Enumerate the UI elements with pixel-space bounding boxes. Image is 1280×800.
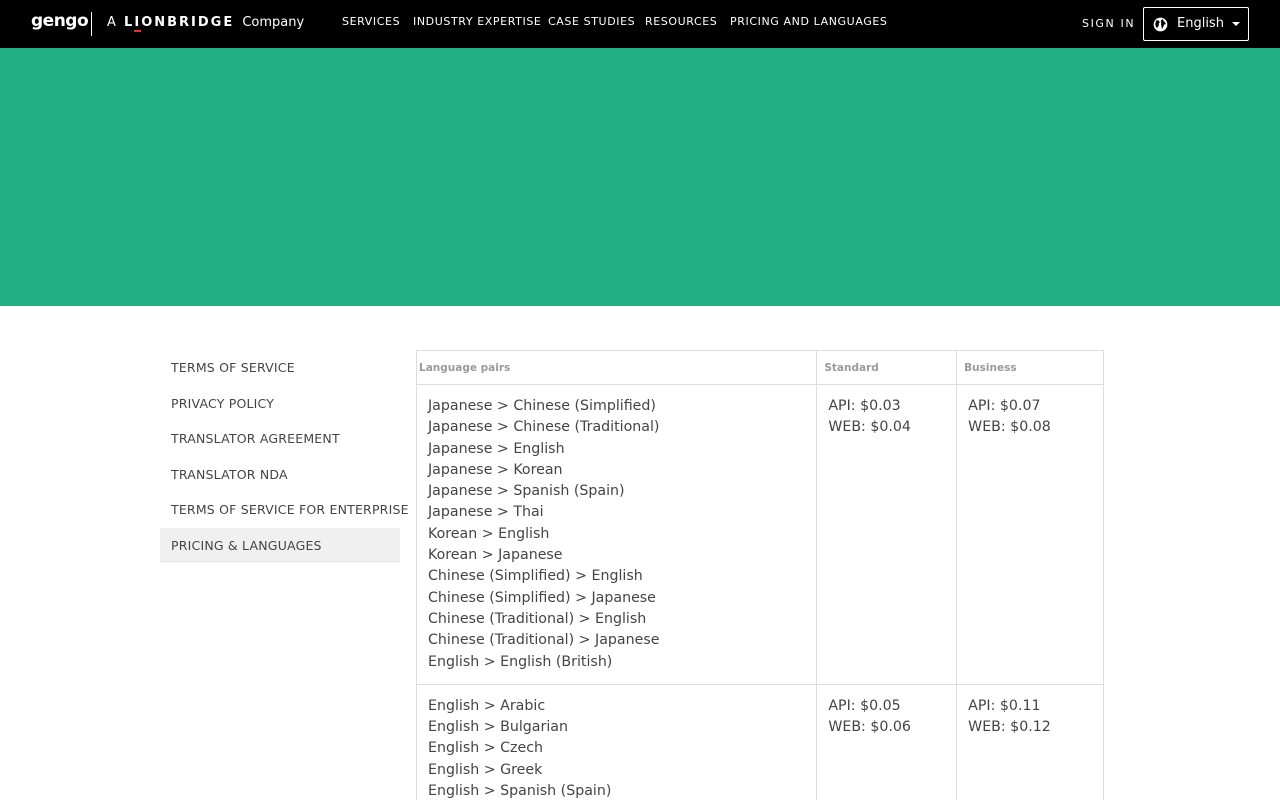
language-pair: Chinese (Simplified) > English (428, 568, 643, 585)
logo-divider (91, 12, 92, 36)
language-pair: English > Bulgarian (428, 719, 568, 736)
nav-services[interactable]: SERVICES (342, 15, 400, 28)
pricing-table-body: Japanese > Chinese (Simplified) Japanese … (415, 384, 1104, 800)
nav-pricing-and-languages[interactable]: PRICING AND LANGUAGES (730, 15, 888, 28)
language-pair: Japanese > Chinese (Simplified) (428, 398, 656, 414)
language-pair: Chinese (Simplified) > Japanese (428, 589, 656, 606)
language-pair: Japanese > Chinese (Traditional) (428, 419, 660, 436)
tagline-prefix: A (107, 15, 116, 30)
lionbridge-brand-text: LIONBRIDGE (124, 15, 235, 32)
price-line: API: $0.07 (968, 398, 1041, 414)
price-line: WEB: $0.04 (828, 419, 911, 436)
business-price-cell: API: $0.11 WEB: $0.12 (956, 683, 1104, 800)
language-pair: Japanese > Korean (428, 461, 563, 478)
sidebar-item-terms-enterprise[interactable]: TERMS OF SERVICE FOR ENTERPRISE (160, 492, 408, 528)
header-language-pairs: Language pairs (415, 350, 818, 385)
language-pair: Japanese > Spanish (Spain) (428, 483, 625, 500)
caret-down-icon (1232, 22, 1240, 26)
sidebar-item-pricing-languages[interactable]: PRICING & LANGUAGES (160, 527, 400, 563)
table-row: English > Arabic English > Bulgarian Engli… (415, 683, 1104, 800)
brand-accent-letter: I (134, 15, 142, 32)
nav-industry-expertise[interactable]: INDUSTRY EXPERTISE (413, 15, 541, 28)
language-pair: English > Greek (428, 761, 543, 778)
language-pair: English > Spanish (Spain) (428, 783, 612, 800)
price-line: API: $0.05 (828, 697, 901, 714)
table-header-row: Language pairs Standard Business (415, 350, 1104, 385)
language-pair: English > Arabic (428, 697, 546, 714)
language-pair: English > Czech (428, 740, 544, 757)
standard-price-cell: API: $0.03 WEB: $0.04 (816, 384, 958, 685)
language-pairs-cell: Japanese > Chinese (Simplified) Japanese … (415, 384, 818, 685)
price-line: API: $0.03 (828, 398, 901, 414)
language-selector[interactable]: English (1143, 7, 1249, 41)
standard-price-cell: API: $0.05 WEB: $0.06 (816, 683, 958, 800)
language-label: English (1177, 16, 1224, 31)
gengo-logo[interactable]: gengo (31, 11, 89, 31)
header-business: Business (956, 350, 1104, 385)
language-pair: Korean > English (428, 525, 550, 542)
language-pair: Japanese > Thai (428, 504, 544, 521)
language-pair: Japanese > English (428, 440, 565, 457)
language-pair: English > English (British) (428, 653, 613, 670)
price-line: API: $0.11 (968, 697, 1041, 714)
price-line: WEB: $0.12 (968, 719, 1051, 736)
hero-banner (0, 48, 1280, 306)
legal-sidebar: TERMS OF SERVICE PRIVACY POLICY TRANSLAT… (160, 350, 408, 563)
top-navigation-bar: gengo A LIONBRIDGE Company SERVICES INDU… (0, 0, 1280, 48)
language-pair: Korean > Japanese (428, 547, 563, 564)
header-standard: Standard (816, 350, 958, 385)
business-price-cell: API: $0.07 WEB: $0.08 (956, 384, 1104, 685)
language-pair: Chinese (Traditional) > Japanese (428, 632, 660, 649)
pricing-table: Language pairs Standard Business Japanes… (415, 350, 1104, 800)
language-pair: Chinese (Traditional) > English (428, 610, 647, 627)
language-pairs-cell: English > Arabic English > Bulgarian Engli… (415, 683, 818, 800)
tagline-suffix: Company (242, 15, 305, 30)
sidebar-item-privacy-policy[interactable]: PRIVACY POLICY (160, 386, 400, 422)
table-row: Japanese > Chinese (Simplified) Japanese … (415, 384, 1104, 685)
sidebar-item-terms-of-service[interactable]: TERMS OF SERVICE (160, 350, 400, 386)
sidebar-item-translator-nda[interactable]: TRANSLATOR NDA (160, 457, 400, 493)
nav-resources[interactable]: RESOURCES (645, 15, 717, 28)
sidebar-item-translator-agreement[interactable]: TRANSLATOR AGREEMENT (160, 421, 400, 457)
sign-in-link[interactable]: SIGN IN (1082, 17, 1135, 30)
nav-case-studies[interactable]: CASE STUDIES (548, 15, 635, 28)
lionbridge-brand: LIONBRIDGE (124, 15, 235, 32)
lionbridge-tagline: A LIONBRIDGE Company (107, 15, 305, 32)
price-line: WEB: $0.06 (828, 719, 911, 736)
price-line: WEB: $0.08 (968, 419, 1051, 436)
globe-icon (1153, 17, 1168, 32)
